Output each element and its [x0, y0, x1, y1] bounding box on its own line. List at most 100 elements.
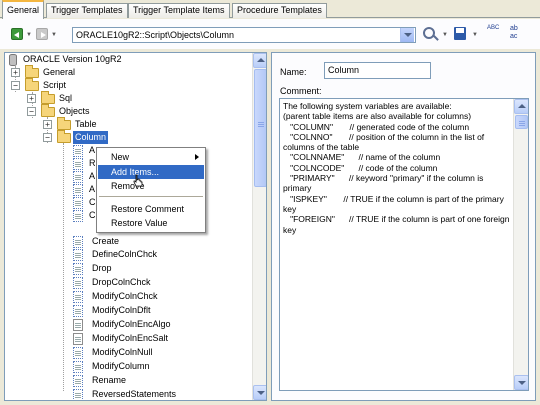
- template-item-icon: [73, 277, 83, 289]
- scroll-up-icon[interactable]: [514, 99, 528, 114]
- template-item-icon: [73, 171, 83, 183]
- scroll-down-icon[interactable]: [253, 385, 266, 400]
- tab-trigger-template-items[interactable]: Trigger Template Items: [128, 3, 230, 18]
- template-item-icon: [73, 347, 83, 359]
- tab-general[interactable]: General: [2, 0, 45, 19]
- spell-check-icon[interactable]: ABC: [487, 25, 499, 32]
- submenu-arrow-icon: [195, 154, 199, 160]
- expand-icon[interactable]: +: [27, 94, 36, 103]
- tree-item-label: General: [43, 67, 76, 77]
- detail-panel: Name: Column Comment: The following syst…: [271, 52, 536, 401]
- folder-icon: [57, 117, 71, 130]
- tree-item-label: ReversedStatements: [92, 389, 177, 399]
- forward-icon[interactable]: [36, 28, 48, 40]
- database-icon: [9, 54, 17, 66]
- toolbar: ▼ ▼ ORACLE10gR2::Script\Objects\Column ▼…: [0, 19, 540, 49]
- find-dropdown-icon[interactable]: ▼: [442, 32, 448, 38]
- template-item-icon: [73, 333, 83, 345]
- menu-item-label: Restore Comment: [111, 204, 185, 214]
- menu-item-restore-comment[interactable]: Restore Comment: [98, 202, 204, 216]
- template-item-icon: [73, 249, 83, 261]
- back-dropdown-icon[interactable]: ▼: [26, 32, 32, 38]
- tree-item-label: ModifyColnEncSalt: [92, 333, 169, 343]
- comment-textarea[interactable]: The following system variables are avail…: [279, 98, 529, 391]
- collapse-icon[interactable]: −: [43, 133, 52, 142]
- menu-item-add-items[interactable]: Add Items...: [98, 165, 204, 179]
- tree-item-label: C: [89, 210, 96, 220]
- template-item-icon: [73, 184, 83, 196]
- template-item-icon: [73, 319, 83, 331]
- tree-item-label: ModifyColnNull: [92, 347, 153, 357]
- tab-procedure-templates[interactable]: Procedure Templates: [232, 3, 327, 18]
- tree-item-label: A: [89, 184, 96, 194]
- path-combobox[interactable]: ORACLE10gR2::Script\Objects\Column: [72, 27, 416, 43]
- tree-item-label: ORACLE Version 10gR2: [23, 54, 122, 64]
- name-field[interactable]: Column: [324, 62, 431, 79]
- comment-scrollbar[interactable]: [513, 99, 528, 390]
- tree-item-label: ModifyColumn: [92, 361, 150, 371]
- menu-item-remove[interactable]: Remove: [98, 179, 204, 193]
- tree-item-label: Rename: [92, 375, 127, 385]
- template-item-icon: [73, 389, 83, 400]
- tree-scrollbar[interactable]: [252, 53, 266, 400]
- menu-item-label: New: [111, 152, 130, 162]
- tree-item-label: Drop: [92, 263, 112, 273]
- template-item-icon: [73, 375, 83, 387]
- template-item-icon: [73, 263, 83, 275]
- tab-bar: General Trigger Templates Trigger Templa…: [0, 0, 540, 19]
- tree-item-label: ModifyColnChck: [92, 291, 158, 301]
- scroll-thumb[interactable]: [515, 115, 528, 129]
- expand-icon[interactable]: +: [11, 68, 20, 77]
- tree-item-label: A: [89, 145, 96, 155]
- collapse-icon[interactable]: −: [27, 107, 36, 116]
- back-icon[interactable]: [11, 28, 23, 40]
- template-item-icon: [73, 236, 83, 248]
- name-value: Column: [328, 65, 360, 75]
- template-item-icon: [73, 305, 83, 317]
- folder-icon: [25, 65, 39, 78]
- tree-item-label: Table: [75, 119, 97, 129]
- comment-text: The following system variables are avail…: [283, 101, 510, 235]
- menu-separator: [99, 196, 203, 197]
- comment-label: Comment:: [280, 86, 322, 96]
- tab-trigger-templates[interactable]: Trigger Templates: [46, 3, 128, 18]
- path-dropdown-button[interactable]: [400, 28, 414, 42]
- save-dropdown-icon[interactable]: ▼: [472, 32, 478, 38]
- hand-cursor-icon: [133, 174, 143, 187]
- folder-icon: [25, 78, 39, 91]
- folder-icon: [41, 91, 55, 104]
- collapse-icon[interactable]: −: [11, 81, 20, 90]
- folder-icon: [41, 104, 55, 117]
- save-icon[interactable]: [454, 27, 466, 40]
- tree-item-label: A: [89, 171, 96, 181]
- tree-item-label: ModifyColnDflt: [92, 305, 151, 315]
- menu-item-restore-value[interactable]: Restore Value: [98, 216, 204, 230]
- template-item-icon: [73, 210, 83, 222]
- expand-icon[interactable]: +: [43, 120, 52, 129]
- replace-text-icon[interactable]: ab ac: [510, 25, 518, 41]
- forward-dropdown-icon[interactable]: ▼: [51, 32, 57, 38]
- tree-item-label: R: [89, 158, 96, 168]
- folder-icon: [57, 130, 71, 143]
- tree-item-label: Sql: [59, 93, 73, 103]
- menu-item-new[interactable]: New: [98, 150, 204, 164]
- tree-item-label: ModifyColnEncAlgo: [92, 319, 171, 329]
- tree-line: [63, 143, 64, 391]
- scroll-down-icon[interactable]: [514, 375, 528, 390]
- scroll-thumb[interactable]: [254, 69, 266, 187]
- tree-item-label: DefineColnChck: [92, 249, 158, 259]
- template-item-icon: [73, 158, 83, 170]
- tree-item-label: Create: [92, 236, 120, 246]
- scroll-up-icon[interactable]: [253, 53, 266, 68]
- tree-item-label: Column: [73, 131, 109, 144]
- template-item-icon: [73, 361, 83, 373]
- menu-item-label: Restore Value: [111, 218, 168, 228]
- tree-item-label: DropColnChck: [92, 277, 151, 287]
- context-menu: New Add Items... Remove Restore Comment …: [96, 147, 206, 233]
- path-text: ORACLE10gR2::Script\Objects\Column: [76, 30, 235, 40]
- find-icon[interactable]: [423, 27, 435, 39]
- template-item-icon: [73, 197, 83, 209]
- template-item-icon: [73, 145, 83, 157]
- name-label: Name:: [280, 67, 307, 77]
- tree-item-label: C: [89, 197, 96, 207]
